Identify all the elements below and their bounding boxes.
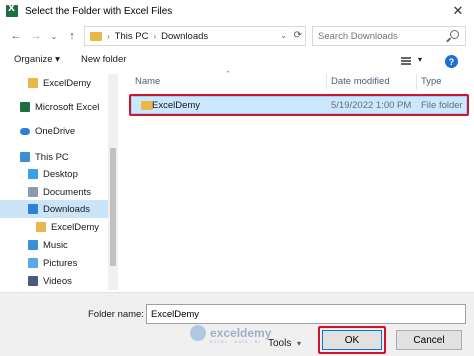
sidebar-item-label: Microsoft Excel [35,101,100,113]
sidebar-item-label: Desktop [43,168,78,180]
command-toolbar: Organize ▾ New folder ▾ ? [0,52,474,72]
watermark-tagline: EXCEL · DATA · BI [210,339,261,344]
folder-icon [36,222,46,232]
dialog-footer: Folder name: Tools ▾ OK Cancel [0,292,474,356]
folder-icon [28,78,38,88]
organize-button[interactable]: Organize ▾ [14,54,60,65]
forward-arrow-icon[interactable]: → [28,27,44,45]
music-icon [28,240,38,250]
breadcrumb-downloads[interactable]: Downloads [161,31,208,42]
exceldemy-watermark: exceldemy EXCEL · DATA · BI [190,325,272,344]
sort-ascending-icon: ⌃ [225,71,231,78]
sidebar-item-label: Downloads [43,203,90,215]
column-divider[interactable] [416,74,417,90]
folder-name-label: Folder name: [88,309,144,320]
sidebar-item-microsoft-excel[interactable]: Microsoft Excel [0,98,108,116]
folder-name-field[interactable] [146,304,466,324]
breadcrumb-this-pc[interactable]: This PC [115,31,149,42]
selected-row-highlight [129,94,469,116]
new-folder-button[interactable]: New folder [81,54,126,65]
view-options-icon[interactable] [401,57,411,65]
sidebar-item-exceldemy[interactable]: ExcelDemy [0,74,108,92]
videos-icon [28,276,38,286]
cancel-button[interactable]: Cancel [396,330,462,350]
tools-button[interactable]: Tools [268,338,291,349]
sidebar-item-label: Music [43,239,68,251]
pc-icon [20,152,30,162]
sidebar-item-this-pc[interactable]: This PC [0,148,108,166]
help-icon[interactable]: ? [445,55,458,68]
chevron-down-icon[interactable]: ⌄ [280,31,287,40]
navigation-pane: ExcelDemy Microsoft Excel OneDrive This … [0,72,120,290]
sidebar-item-label: ExcelDemy [51,221,100,233]
up-arrow-icon[interactable]: ↑ [64,27,80,45]
chevron-right-icon[interactable]: › [107,32,110,41]
search-input[interactable] [318,30,446,42]
sidebar-item-label: Documents [43,186,92,198]
sidebar-item-downloads[interactable]: Downloads [0,200,108,218]
sidebar-item-exceldemy-sub[interactable]: ExcelDemy [0,218,108,236]
address-bar[interactable]: › This PC › Downloads ⌄ ⟳ [84,26,306,46]
excel-app-icon [6,4,18,17]
search-box[interactable] [312,26,466,46]
back-arrow-icon[interactable]: ← [8,27,24,45]
watermark-brand: exceldemy [210,326,272,340]
search-icon[interactable] [450,30,459,39]
exceldemy-logo-icon [190,325,206,341]
sidebar-item-label: Videos [43,275,72,287]
sidebar-item-desktop[interactable]: Desktop [0,165,108,183]
sidebar-item-label: OneDrive [35,125,76,137]
desktop-icon [28,169,38,179]
window-title: Select the Folder with Excel Files [25,5,173,17]
view-chevron-down-icon[interactable]: ▾ [418,55,422,64]
sidebar-item-label: Pictures [43,257,78,269]
column-header-type[interactable]: Type [421,76,442,87]
chevron-right-icon[interactable]: › [153,32,156,41]
sidebar-scrollbar-thumb[interactable] [110,148,116,266]
close-button[interactable]: ✕ [442,0,474,22]
column-header-date-modified[interactable]: Date modified [331,76,390,87]
title-bar: Select the Folder with Excel Files ✕ [0,0,474,22]
excel-icon [20,102,30,112]
refresh-icon[interactable]: ⟳ [294,30,302,41]
sidebar-item-onedrive[interactable]: OneDrive [0,122,108,140]
onedrive-icon [20,127,30,135]
sidebar-item-videos[interactable]: Videos [0,272,108,290]
column-divider[interactable] [326,74,327,90]
sidebar-item-music[interactable]: Music [0,236,108,254]
documents-icon [28,187,38,197]
address-row: ← → ⌄ ↑ › This PC › Downloads ⌄ ⟳ [0,24,474,48]
sidebar-item-pictures[interactable]: Pictures [0,254,108,272]
ok-button-highlight [318,326,386,354]
sidebar-item-label: ExcelDemy [43,77,92,89]
column-header-name[interactable]: Name [135,76,160,87]
location-folder-icon [90,31,102,41]
tools-chevron-down-icon[interactable]: ▾ [297,339,301,348]
pictures-icon [28,258,38,268]
downloads-icon [28,204,38,214]
recent-chevron-icon[interactable]: ⌄ [46,27,62,45]
sidebar-item-documents[interactable]: Documents [0,183,108,201]
sidebar-item-label: This PC [35,151,69,163]
